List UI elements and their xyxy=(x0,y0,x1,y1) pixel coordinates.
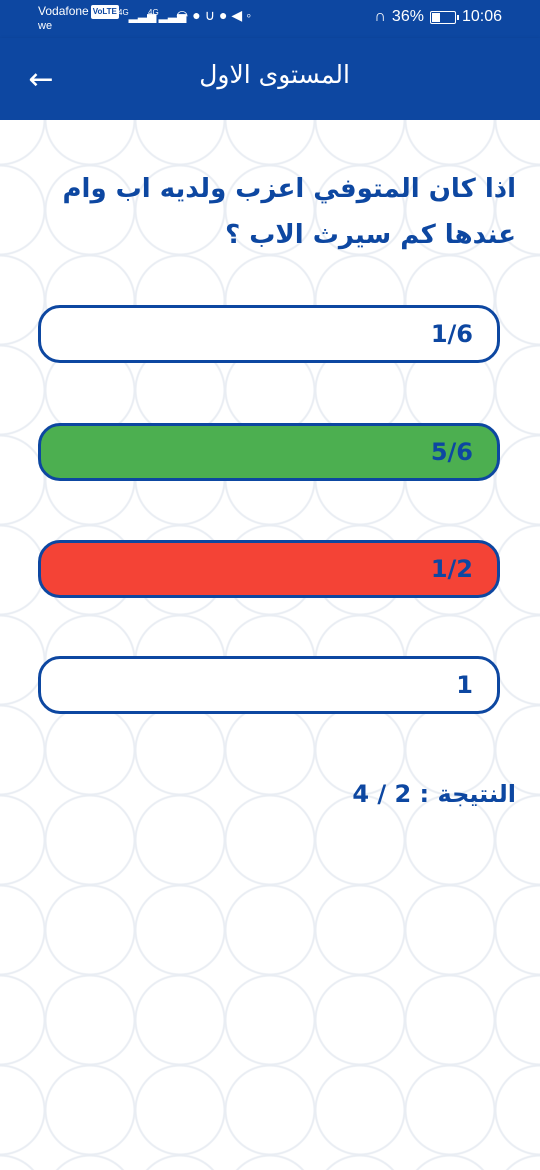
answer-option-label: 1 xyxy=(456,671,473,699)
answer-option-1[interactable]: 1/6 xyxy=(38,305,500,363)
score-label: النتيجة : 2 / 4 xyxy=(352,780,516,808)
status-right: ∩ 36% 10:06 xyxy=(374,8,502,26)
back-button[interactable]: ← xyxy=(20,58,62,100)
headphones-icon: ∩ xyxy=(374,8,386,25)
battery-percent: 36% xyxy=(391,8,424,25)
notification-icons: ◠●∪●◀◦ xyxy=(176,7,255,24)
carrier-name: Vodafone xyxy=(38,4,89,18)
hotspot-icon: ◦ xyxy=(246,7,256,23)
carrier-info: Vodafone VoLTE we xyxy=(38,4,119,33)
telegram-icon: ◀ xyxy=(231,7,247,23)
u-icon: ∪ xyxy=(204,7,219,23)
question-text: اذا كان المتوفي اعزب ولديه اب وام عندها … xyxy=(62,174,516,250)
wifi-icon: ◠ xyxy=(176,7,193,23)
network-type-1: 4G xyxy=(118,8,129,17)
answer-option-label: 1/6 xyxy=(430,320,473,348)
app-bar: ← المستوى الاول xyxy=(0,38,540,120)
volte-badge: VoLTE xyxy=(90,5,119,19)
status-bar: Vodafone VoLTE we 4G▂▃▅ 4G▂▃▅ ◠●∪●◀◦ ∩ 36… xyxy=(0,0,540,38)
battery-icon xyxy=(429,10,459,24)
quiz-content: اذا كان المتوفي اعزب ولديه اب وام عندها … xyxy=(0,120,540,1170)
clock: 10:06 xyxy=(461,8,502,25)
facebook-icon: ● xyxy=(218,7,232,23)
answer-option-4[interactable]: 1 xyxy=(38,656,500,714)
arrow-left-icon: ← xyxy=(28,61,54,97)
answer-option-label: 1/2 xyxy=(430,555,473,583)
network-type-2: 4G xyxy=(148,8,159,17)
carrier-sub: we xyxy=(38,20,53,32)
answer-option-3[interactable]: 1/2 xyxy=(38,540,500,598)
page-title: المستوى الاول xyxy=(199,60,350,89)
answer-option-2[interactable]: 5/6 xyxy=(38,423,500,481)
answer-option-label: 5/6 xyxy=(430,438,473,466)
whatsapp-icon: ● xyxy=(192,7,205,23)
